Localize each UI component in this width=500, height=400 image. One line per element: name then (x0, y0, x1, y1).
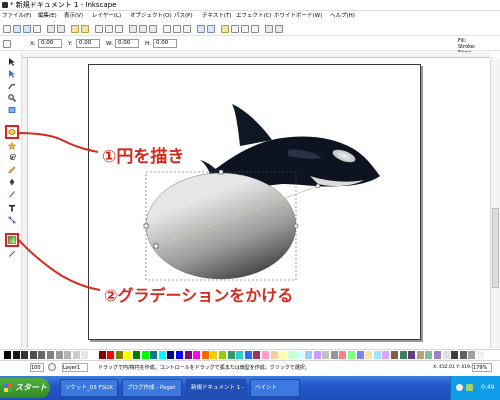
scroll-thumb[interactable] (492, 208, 499, 288)
palette-swatch[interactable] (262, 351, 269, 359)
palette-swatch[interactable] (236, 351, 244, 359)
palette-swatch[interactable] (313, 351, 321, 359)
palette-swatch[interactable] (365, 351, 373, 359)
network-icon[interactable] (466, 384, 473, 391)
palette-swatch[interactable] (356, 351, 364, 359)
palette-swatch[interactable] (270, 351, 278, 359)
palette-swatch[interactable] (468, 351, 476, 359)
taskbar-item-active[interactable]: 新規ドキュメント 1 - (186, 379, 246, 397)
taskbar-item[interactable]: ソケット_03 FSGK (60, 379, 118, 397)
palette-swatch[interactable] (4, 351, 11, 359)
palette-swatch[interactable] (425, 351, 433, 359)
palette-swatch[interactable] (330, 351, 338, 359)
palette-swatch[interactable] (391, 351, 398, 359)
color-palette (0, 349, 500, 359)
palette-swatch[interactable] (193, 351, 201, 359)
status-bar: 100 Layer1 ドラッグで円/楕円を作成。コントロールをドラッグで弧または… (0, 360, 500, 374)
annotation-step1: ①円を描き (102, 147, 185, 167)
taskbar-item[interactable]: ブログ作成 - Paget (122, 379, 182, 397)
start-label: スタート (15, 383, 47, 392)
palette-swatch[interactable] (133, 351, 140, 359)
system-tray: 0:49 (450, 376, 500, 400)
palette-swatch[interactable] (322, 351, 330, 359)
palette-swatch[interactable] (296, 351, 304, 359)
palette-swatch[interactable] (399, 351, 407, 359)
palette-swatch[interactable] (442, 351, 450, 359)
gradient-ellipse[interactable] (143, 169, 321, 281)
eye-icon[interactable] (48, 363, 56, 371)
palette-swatch[interactable] (201, 351, 209, 359)
palette-swatch[interactable] (477, 351, 484, 359)
palette-swatch[interactable] (305, 351, 312, 359)
windows-logo-icon (4, 384, 12, 392)
start-button[interactable]: スタート (0, 378, 50, 398)
vertical-scrollbar[interactable] (490, 58, 500, 348)
palette-swatch[interactable] (416, 351, 424, 359)
palette-swatch[interactable] (434, 351, 441, 359)
palette-swatch[interactable] (124, 351, 132, 359)
palette-swatch[interactable] (158, 351, 166, 359)
palette-swatch[interactable] (227, 351, 235, 359)
palette-swatch[interactable] (98, 351, 106, 359)
palette-swatch[interactable] (38, 351, 46, 359)
palette-swatch[interactable] (279, 351, 287, 359)
palette-swatch[interactable] (141, 351, 149, 359)
drawing-layer (16, 104, 380, 291)
palette-swatch[interactable] (21, 351, 29, 359)
palette-swatch[interactable] (382, 351, 390, 359)
status-message: ドラッグで円/楕円を作成。コントロールをドラッグで弧または扇型を作成。クリックで… (98, 365, 310, 371)
palette-swatch[interactable] (12, 351, 20, 359)
clock: 0:49 (481, 384, 495, 391)
palette-swatch[interactable] (287, 351, 295, 359)
palette-swatch[interactable] (210, 351, 218, 359)
palette-swatch[interactable] (244, 351, 252, 359)
annotation-step2: ②グラデーションをかける (104, 286, 294, 305)
palette-swatch[interactable] (219, 351, 226, 359)
palette-swatch[interactable] (253, 351, 261, 359)
palette-swatch[interactable] (107, 351, 115, 359)
palette-swatch[interactable] (339, 351, 347, 359)
palette-swatch[interactable] (47, 351, 54, 359)
palette-swatch[interactable] (115, 351, 123, 359)
palette-swatch[interactable] (408, 351, 416, 359)
speaker-icon[interactable] (456, 384, 463, 391)
zoom-field[interactable]: 179% (472, 363, 492, 372)
taskbar: スタート ソケット_03 FSGK ブログ作成 - Paget 新規ドキュメント… (0, 376, 500, 400)
annotation-arrows (16, 132, 101, 291)
palette-swatch[interactable] (176, 351, 183, 359)
palette-swatch[interactable] (150, 351, 158, 359)
palette-swatch[interactable] (55, 351, 63, 359)
palette-swatch[interactable] (64, 351, 72, 359)
opacity-field[interactable]: 100 (30, 363, 44, 372)
palette-swatch[interactable] (90, 351, 97, 359)
palette-swatch[interactable] (29, 351, 37, 359)
palette-swatch[interactable] (184, 351, 192, 359)
palette-swatch[interactable] (167, 351, 175, 359)
layer-dropdown[interactable]: Layer1 (62, 363, 88, 372)
cursor-coords: X: 432.01 Y: 419.55 (433, 365, 478, 370)
palette-swatch[interactable] (72, 351, 80, 359)
taskbar-item[interactable]: ペイント (250, 379, 300, 397)
palette-swatch[interactable] (451, 351, 459, 359)
palette-swatch[interactable] (348, 351, 355, 359)
palette-swatch[interactable] (373, 351, 381, 359)
palette-swatch[interactable] (81, 351, 89, 359)
palette-swatch[interactable] (459, 351, 467, 359)
